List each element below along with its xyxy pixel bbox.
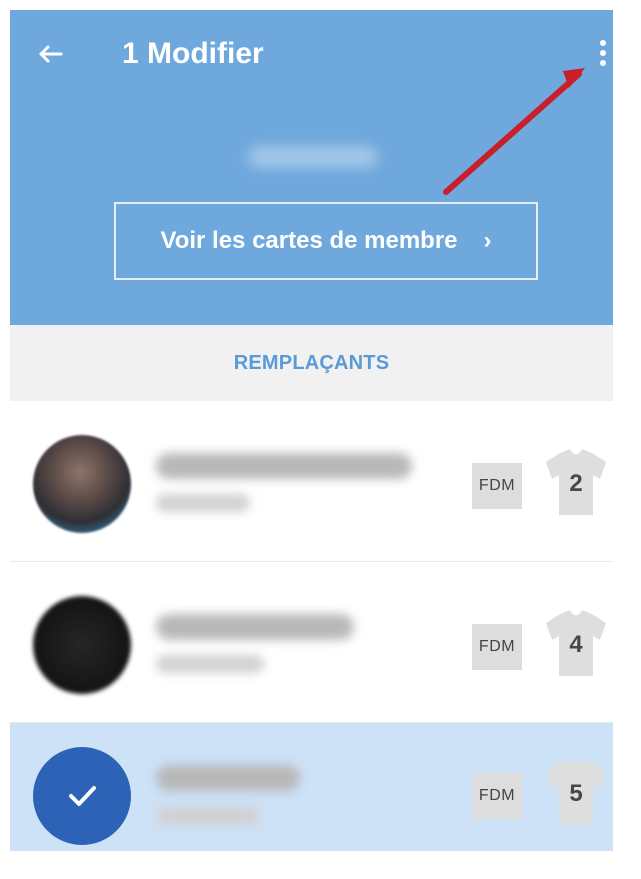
player-avatar <box>33 435 131 533</box>
page-title: 1 Modifier <box>122 37 264 70</box>
player-avatar <box>33 596 131 694</box>
blurred-player-name <box>156 453 412 479</box>
fdm-badge: FDM <box>472 463 522 509</box>
jersey-number-badge: 2 <box>542 449 610 519</box>
more-vertical-icon <box>600 40 606 66</box>
jersey-number-badge: 5 <box>542 759 610 829</box>
substitutes-section-title: REMPLAÇANTS <box>10 325 613 401</box>
blurred-player-detail <box>156 655 264 673</box>
jersey-number: 4 <box>569 631 583 658</box>
screenshot-frame: 1 Modifier Voir les cartes de membre › R… <box>10 10 613 851</box>
jersey-number: 5 <box>569 780 583 807</box>
blurred-team-subtitle <box>248 146 378 168</box>
selected-player-list-item[interactable]: FDM 5 <box>10 723 613 851</box>
blurred-player-detail <box>156 807 260 825</box>
jersey-number-badge: 4 <box>542 610 610 680</box>
blurred-player-name <box>156 614 354 640</box>
player-list-item[interactable]: FDM 2 <box>10 401 613 562</box>
fdm-badge: FDM <box>472 773 522 819</box>
more-options-button[interactable] <box>594 32 612 74</box>
fdm-badge: FDM <box>472 624 522 670</box>
blurred-player-detail <box>156 494 250 512</box>
blurred-player-name <box>156 765 300 791</box>
player-list-item[interactable]: FDM 4 <box>10 562 613 723</box>
arrow-left-icon <box>39 45 63 63</box>
selected-player-avatar <box>33 747 131 845</box>
back-button[interactable] <box>26 30 74 78</box>
view-member-cards-button[interactable]: Voir les cartes de membre › <box>114 202 538 280</box>
view-member-cards-label: Voir les cartes de membre <box>160 227 458 254</box>
jersey-number: 2 <box>569 470 583 497</box>
chevron-right-icon: › <box>483 227 492 254</box>
checkmark-icon <box>69 786 96 806</box>
team-header: 1 Modifier Voir les cartes de membre › <box>10 10 613 325</box>
